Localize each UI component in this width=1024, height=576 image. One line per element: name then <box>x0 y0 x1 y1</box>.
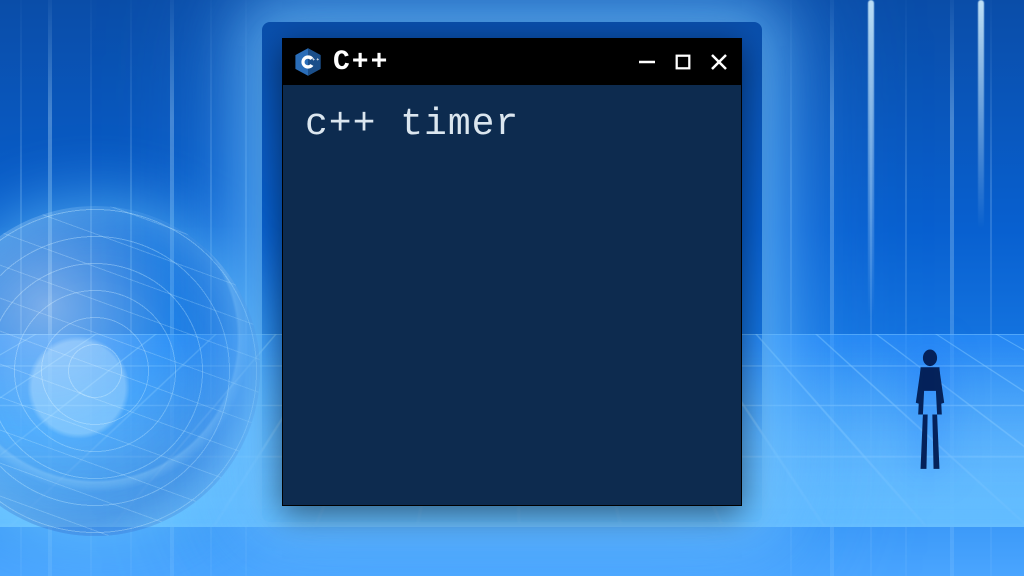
window-title: C++ <box>333 47 389 78</box>
cpp-logo-icon: + + <box>293 47 323 77</box>
close-button[interactable] <box>707 50 731 74</box>
svg-text:+: + <box>316 58 319 63</box>
console-window: + + C++ c++ timer <box>282 38 742 506</box>
console-line: c++ timer <box>305 103 719 146</box>
svg-text:+: + <box>312 58 315 63</box>
titlebar[interactable]: + + C++ <box>283 39 741 85</box>
silhouette-figure <box>906 346 954 476</box>
maximize-button[interactable] <box>671 50 695 74</box>
window-controls <box>635 50 731 74</box>
light-beam <box>868 0 874 317</box>
light-beam <box>978 0 984 230</box>
console-content: c++ timer <box>283 85 741 505</box>
minimize-button[interactable] <box>635 50 659 74</box>
